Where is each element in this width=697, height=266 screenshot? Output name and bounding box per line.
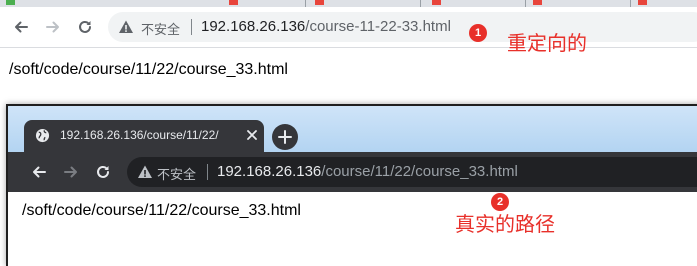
reload-icon <box>79 20 91 33</box>
favicon-icon <box>533 0 542 5</box>
tab-fragment[interactable] <box>525 0 585 7</box>
forward-button[interactable] <box>60 161 82 183</box>
annotation-redirected: 重定向的 <box>507 31 587 55</box>
back-button[interactable] <box>28 161 50 183</box>
tab-fragment[interactable] <box>225 0 238 7</box>
reload-icon <box>97 165 109 178</box>
favicon-icon <box>6 0 15 5</box>
tab-fragment[interactable] <box>0 0 40 7</box>
tab-fragment[interactable] <box>305 0 365 7</box>
active-tab[interactable]: 192.168.26.136/course/11/22/ <box>24 120 264 152</box>
warning-icon[interactable] <box>137 164 153 180</box>
inner-browser-window: 192.168.26.136/course/11/22/ 不安全 192.168… <box>6 104 697 266</box>
insecure-label[interactable]: 不安全 <box>157 164 196 183</box>
close-icon[interactable] <box>246 129 258 141</box>
annotation-real-path: 真实的路径 <box>455 212 555 236</box>
omnibox-divider <box>191 19 192 35</box>
tab-separator <box>420 0 421 7</box>
url-host: 192.168.26.136 <box>201 18 306 35</box>
forward-arrow-icon <box>64 166 77 178</box>
tab-title: 192.168.26.136/course/11/22/ <box>60 128 219 142</box>
url-text[interactable]: 192.168.26.136/course-11-22-33.html <box>201 18 451 35</box>
tab-separator <box>630 0 631 7</box>
url-text[interactable]: 192.168.26.136/course/11/22/course_33.ht… <box>217 163 518 180</box>
reload-button[interactable] <box>92 161 114 183</box>
inner-tabstrip: 192.168.26.136/course/11/22/ <box>8 106 697 152</box>
globe-icon <box>35 128 50 143</box>
new-tab-button[interactable] <box>272 124 298 150</box>
top-page-body-text: /soft/code/course/11/22/course_33.html <box>9 61 288 78</box>
tab-fragment[interactable] <box>630 0 690 7</box>
insecure-label[interactable]: 不安全 <box>141 19 180 38</box>
back-arrow-icon <box>15 21 28 33</box>
favicon-icon <box>638 0 647 5</box>
top-tabstrip <box>0 0 697 7</box>
back-button[interactable] <box>10 16 32 38</box>
plus-icon <box>278 130 292 144</box>
url-host: 192.168.26.136 <box>217 163 322 180</box>
url-path: /course/11/22/course_33.html <box>321 163 518 180</box>
favicon-icon <box>229 0 238 5</box>
forward-arrow-icon <box>46 21 59 33</box>
tab-separator <box>305 0 306 7</box>
address-bar[interactable]: 不安全 192.168.26.136/course-11-22-33.html <box>108 12 697 42</box>
top-toolbar: 不安全 192.168.26.136/course-11-22-33.html <box>0 7 697 48</box>
warning-icon[interactable] <box>118 19 134 35</box>
tab-separator <box>525 0 526 7</box>
favicon-icon <box>432 0 441 5</box>
inner-toolbar: 不安全 192.168.26.136/course/11/22/course_3… <box>8 152 697 192</box>
inner-page-body-text: /soft/code/course/11/22/course_33.html <box>22 202 301 219</box>
back-arrow-icon <box>33 166 46 178</box>
tab-fragment[interactable] <box>420 0 480 7</box>
omnibox-divider <box>207 164 208 180</box>
address-bar[interactable]: 不安全 192.168.26.136/course/11/22/course_3… <box>127 157 697 187</box>
favicon-icon <box>315 0 324 5</box>
forward-button[interactable] <box>42 16 64 38</box>
reload-button[interactable] <box>74 16 96 38</box>
annotation-badge-1: 1 <box>469 24 487 42</box>
url-path: /course-11-22-33.html <box>305 18 451 35</box>
